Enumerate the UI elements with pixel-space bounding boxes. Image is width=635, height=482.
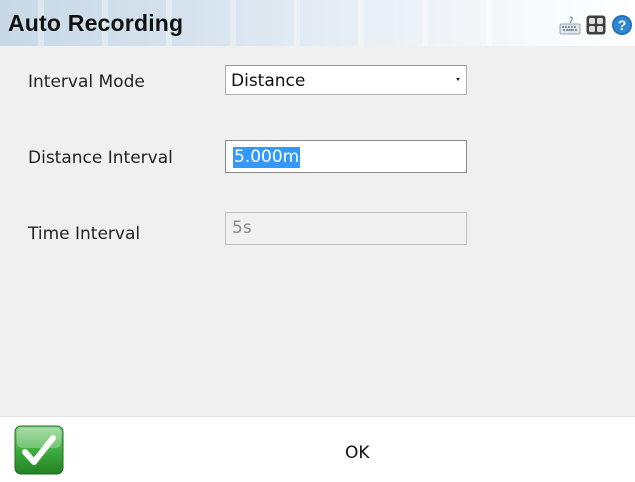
interval-mode-value: Distance	[231, 71, 306, 91]
bottom-bar: OK	[0, 416, 635, 482]
keyboard-icon[interactable]	[559, 14, 581, 36]
time-interval-value: 5s	[232, 218, 252, 238]
ok-label[interactable]: OK	[345, 443, 370, 463]
auto-recording-window: Auto Recording ? Interval Mode Distance …	[0, 0, 635, 482]
time-interval-input: 5s	[225, 212, 467, 245]
title-bar-icons: ?	[559, 14, 633, 36]
interval-mode-select[interactable]: Distance	[225, 65, 467, 95]
grid-icon[interactable]	[585, 14, 607, 36]
checkmark-icon	[14, 425, 64, 475]
svg-text:?: ?	[618, 17, 627, 33]
dropdown-arrow-icon	[456, 78, 460, 81]
interval-mode-label: Interval Mode	[28, 72, 145, 92]
help-icon[interactable]: ?	[611, 14, 633, 36]
distance-interval-input[interactable]: 5.000m	[225, 140, 467, 173]
ok-button[interactable]	[14, 425, 64, 475]
distance-interval-label: Distance Interval	[28, 148, 173, 168]
title-bar: Auto Recording ?	[0, 0, 635, 46]
time-interval-label: Time Interval	[28, 224, 141, 244]
distance-interval-value: 5.000m	[233, 147, 301, 168]
window-title: Auto Recording	[8, 10, 184, 36]
form-area: Interval Mode Distance Distance Interval…	[0, 46, 635, 416]
